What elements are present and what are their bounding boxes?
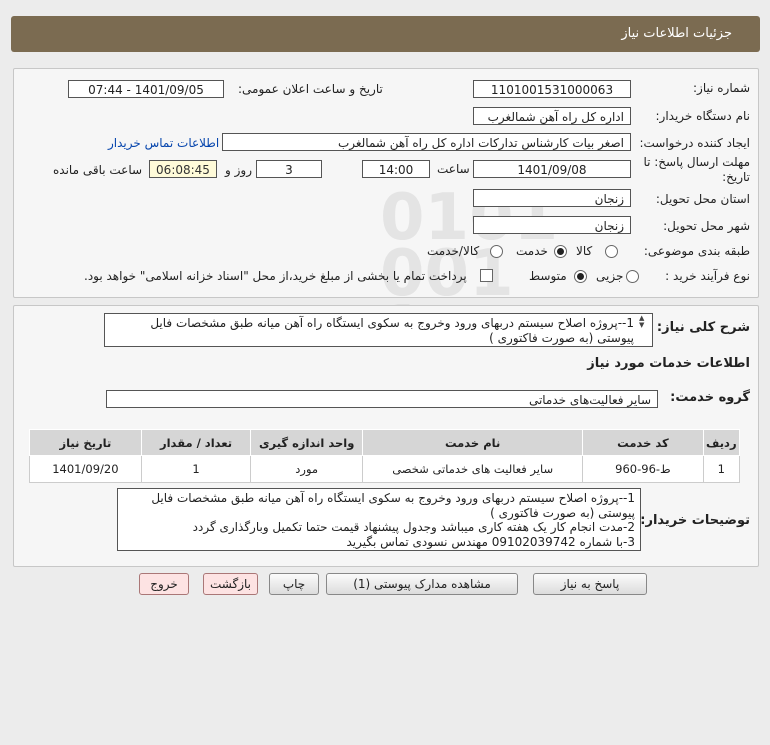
announce-field: 1401/09/05 - 07:44 xyxy=(68,80,224,98)
col-unit: واحد اندازه گیری xyxy=(250,429,364,456)
cell-service-name: سایر فعالیت های خدماتی شخصی xyxy=(362,455,584,483)
col-need-date: تاریخ نیاز xyxy=(29,429,142,456)
days-field: 3 xyxy=(256,160,322,178)
cell-row: 1 xyxy=(702,455,741,483)
process-radio-medium[interactable] xyxy=(574,270,587,283)
days-label: روز و xyxy=(225,163,252,177)
deadline-time-label: ساعت xyxy=(437,162,470,176)
deadline-label: مهلت ارسال پاسخ: تا تاریخ: xyxy=(643,155,750,184)
buyer-notes-line-2: پیوستی (به صورت فاکتوری ) xyxy=(490,505,635,520)
col-service-code: کد خدمت xyxy=(582,429,704,456)
summary-text: 1--پروژه اصلاح سیستم دربهای ورود وخروج ب… xyxy=(104,313,653,347)
province-label: استان محل تحویل: xyxy=(655,192,750,206)
remaining-label: ساعت باقی مانده xyxy=(53,163,143,177)
category-option-goods-service: کالا/خدمت xyxy=(427,244,480,258)
city-field: زنجان xyxy=(473,216,631,234)
back-button[interactable]: بازگشت xyxy=(203,573,258,595)
cell-need-date: 1401/09/20 xyxy=(29,455,142,483)
treasury-payment-note: پرداخت تمام یا بخشی از مبلغ خرید،از محل … xyxy=(84,269,467,283)
summary-label: شرح کلی نیاز: xyxy=(656,320,750,335)
col-row: ردیف xyxy=(702,429,741,456)
category-radio-goods[interactable] xyxy=(605,245,618,258)
province-field: زنجان xyxy=(473,189,631,207)
exit-button[interactable]: خروج xyxy=(139,573,189,595)
category-radio-service[interactable] xyxy=(554,245,567,258)
col-service-name: نام خدمت xyxy=(362,429,584,456)
process-option-medium: متوسط xyxy=(529,269,567,283)
category-radio-goods-service[interactable] xyxy=(490,245,503,258)
category-label: طبقه بندی موضوعی: xyxy=(643,244,750,258)
services-section-title: اطلاعات خدمات مورد نیاز xyxy=(587,356,750,371)
buyer-org-field: اداره کل راه آهن شمالغرب xyxy=(473,107,631,125)
city-label: شهر محل تحویل: xyxy=(663,219,750,233)
buyer-notes-line-4: 3-با شماره 09102039742 مهندس نسودی تماس … xyxy=(346,534,635,549)
cell-service-code: ط-96-960 xyxy=(582,455,704,483)
deadline-date-field: 1401/09/08 xyxy=(473,160,631,178)
cell-unit: مورد xyxy=(250,455,364,483)
treasury-payment-checkbox[interactable] xyxy=(480,269,493,282)
summary-text-content: 1--پروژه اصلاح سیستم دربهای ورود وخروج ب… xyxy=(150,316,634,345)
buyer-notes-line-1: 1--پروژه اصلاح سیستم دربهای ورود وخروج ب… xyxy=(151,491,635,505)
service-group-label: گروه خدمت: xyxy=(670,390,750,405)
services-table-header: ردیف کد خدمت نام خدمت واحد اندازه گیری ت… xyxy=(29,429,741,456)
services-table: ردیف کد خدمت نام خدمت واحد اندازه گیری ت… xyxy=(29,429,741,483)
service-group-field: سایر فعالیت‌های خدماتی xyxy=(106,390,658,408)
attachments-button[interactable]: مشاهده مدارک پیوستی (1) xyxy=(326,573,518,595)
buyer-notes-line-3: 2-مدت انجام کار یک هفته کاری میباشد وجدو… xyxy=(192,520,635,534)
page-header: جزئیات اطلاعات نیاز xyxy=(11,16,760,52)
creator-label: ایجاد کننده درخواست: xyxy=(639,136,750,150)
need-number-field: 1101001531000063 xyxy=(473,80,631,98)
process-option-minor: جزیی xyxy=(596,269,624,283)
buyer-org-label: نام دستگاه خریدار: xyxy=(655,109,751,123)
deadline-time-field: 14:00 xyxy=(362,160,430,178)
announce-label: تاریخ و ساعت اعلان عمومی: xyxy=(238,82,383,96)
process-radio-minor[interactable] xyxy=(626,270,639,283)
remaining-time-field: 06:08:45 xyxy=(149,160,217,178)
table-row: 1 ط-96-960 سایر فعالیت های خدماتی شخصی م… xyxy=(29,455,741,483)
need-number-label: شماره نیاز: xyxy=(693,81,750,95)
buyer-contact-link[interactable]: اطلاعات تماس خریدار xyxy=(108,136,219,150)
category-option-service: خدمت xyxy=(516,244,548,258)
cell-quantity: 1 xyxy=(140,455,252,483)
page-title: جزئیات اطلاعات نیاز xyxy=(621,26,732,41)
scroll-arrows-icon[interactable]: ▲ ▼ xyxy=(639,315,644,329)
category-option-goods: کالا xyxy=(576,244,593,258)
process-label: نوع فرآیند خرید : xyxy=(665,269,750,283)
print-button[interactable]: چاپ xyxy=(269,573,319,595)
buyer-notes-label: توضیحات خریدار: xyxy=(640,513,750,528)
buyer-notes-box: 1--پروژه اصلاح سیستم دربهای ورود وخروج ب… xyxy=(117,488,641,551)
col-quantity: تعداد / مقدار xyxy=(140,429,252,456)
reply-button[interactable]: پاسخ به نیاز xyxy=(533,573,647,595)
creator-field: اصغر بیات کارشناس تدارکات اداره کل راه آ… xyxy=(222,133,631,151)
